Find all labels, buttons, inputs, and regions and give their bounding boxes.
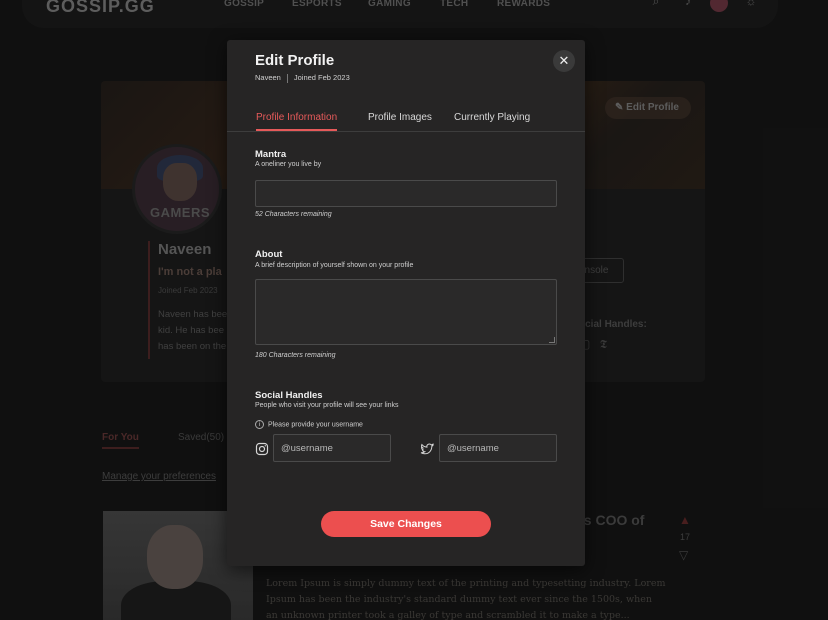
about-remaining: 180 Characters remaining	[255, 352, 336, 359]
instagram-username-input[interactable]	[273, 434, 391, 462]
modal-subtitle: Naveen Joined Feb 2023	[255, 73, 350, 83]
mantra-remaining: 52 Characters remaining	[255, 211, 332, 218]
mantra-input[interactable]	[255, 180, 557, 207]
social-hint: i Please provide your username	[255, 420, 363, 429]
info-icon: i	[255, 420, 264, 429]
instagram-icon	[255, 442, 269, 456]
divider	[286, 73, 288, 83]
close-icon[interactable]: ✕	[553, 50, 575, 72]
twitter-icon	[420, 443, 434, 455]
resize-handle-icon[interactable]	[549, 337, 555, 343]
social-handles-description: People who visit your profile will see y…	[255, 402, 399, 409]
social-handles-label: Social Handles	[255, 390, 323, 401]
twitter-username-input[interactable]	[439, 434, 557, 462]
tab-profile-information[interactable]: Profile Information	[256, 112, 338, 131]
edit-profile-modal: Edit Profile Naveen Joined Feb 2023 ✕ Pro…	[227, 40, 585, 566]
about-textarea[interactable]	[255, 279, 557, 345]
mantra-description: A oneliner you live by	[255, 161, 322, 168]
modal-tabs: Profile Information Profile Images Curre…	[227, 112, 585, 132]
about-description: A brief description of yourself shown on…	[255, 262, 414, 269]
tab-profile-images[interactable]: Profile Images	[368, 112, 432, 129]
mantra-label: Mantra	[255, 149, 287, 160]
tab-currently-playing[interactable]: Currently Playing	[454, 112, 530, 129]
about-label: About	[255, 249, 283, 260]
modal-username: Naveen	[255, 73, 281, 82]
modal-joined: Joined Feb 2023	[293, 73, 350, 82]
save-changes-button[interactable]: Save Changes	[321, 511, 491, 537]
modal-title: Edit Profile	[255, 52, 335, 69]
social-hint-text: Please provide your username	[268, 421, 363, 429]
